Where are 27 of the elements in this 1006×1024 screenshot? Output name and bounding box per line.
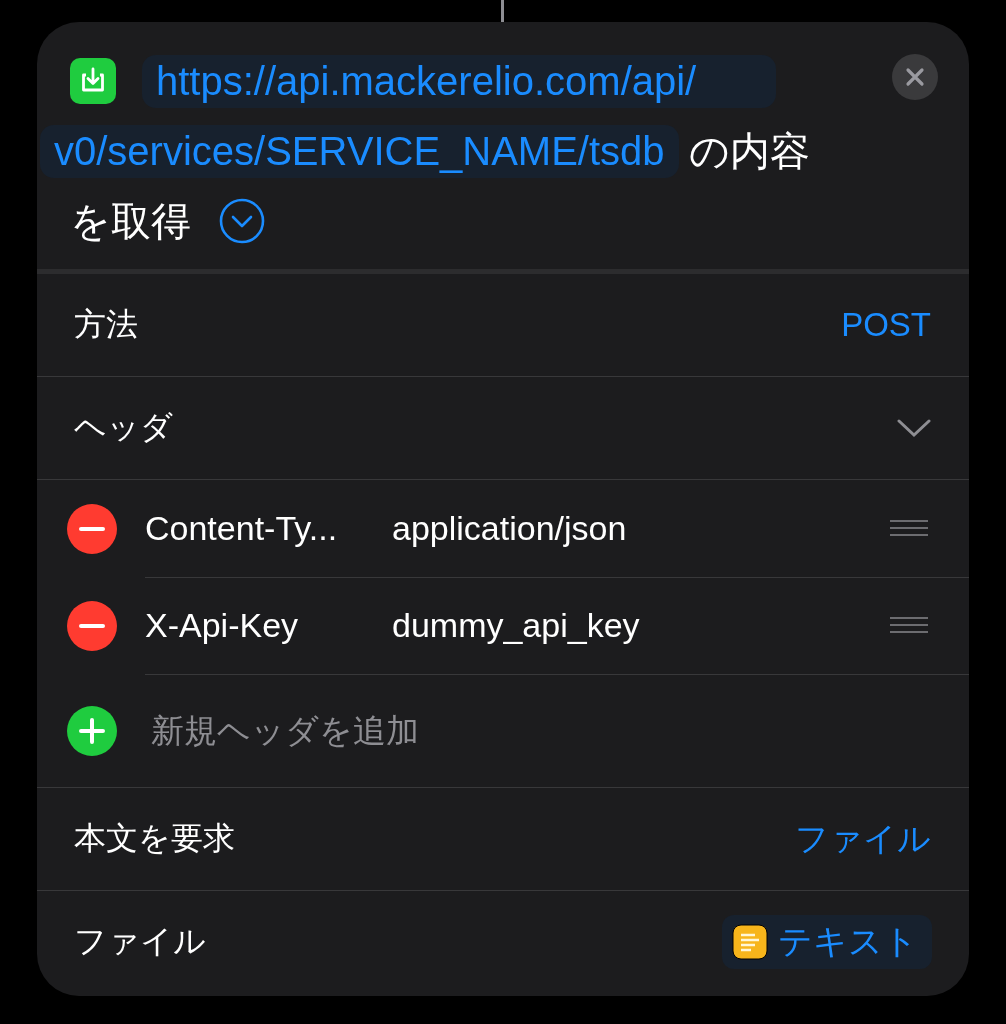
url-token[interactable]: https://api.mackerelio.com/api/	[142, 54, 777, 108]
new-header-field[interactable]: 新規ヘッダを追加	[151, 711, 651, 750]
value-link[interactable]: ファイル	[795, 816, 931, 862]
row-label: ヘッダ	[74, 408, 173, 447]
drag-handle-icon[interactable]	[889, 518, 929, 538]
value-link[interactable]: POST	[841, 306, 931, 344]
expand-icon[interactable]	[219, 198, 265, 244]
text-token[interactable]: テキスト	[722, 915, 932, 969]
header-key[interactable]: X-Api-Key	[145, 605, 392, 645]
remove-icon[interactable]	[67, 503, 117, 554]
row-label: 方法	[74, 305, 138, 344]
row-label: ファイル	[74, 922, 206, 961]
download-icon	[70, 58, 116, 104]
close-icon[interactable]	[905, 67, 925, 87]
remove-icon[interactable]	[67, 600, 117, 651]
header-key[interactable]: Content-Ty...	[145, 508, 392, 548]
drag-handle-icon[interactable]	[889, 615, 929, 635]
url-token[interactable]: v0/services/SERVICE_NAME/tsdb	[40, 124, 679, 178]
header-value[interactable]: dummy_api_key	[392, 605, 889, 645]
close-button[interactable]	[892, 54, 938, 100]
chevron-icon[interactable]	[897, 418, 931, 438]
text-icon	[732, 924, 768, 960]
action-text: の内容	[688, 127, 810, 175]
action-text: を取得	[70, 197, 191, 245]
add-icon[interactable]	[67, 705, 117, 756]
row-label: 本文を要求	[74, 819, 235, 858]
header-value[interactable]: application/json	[392, 508, 889, 548]
